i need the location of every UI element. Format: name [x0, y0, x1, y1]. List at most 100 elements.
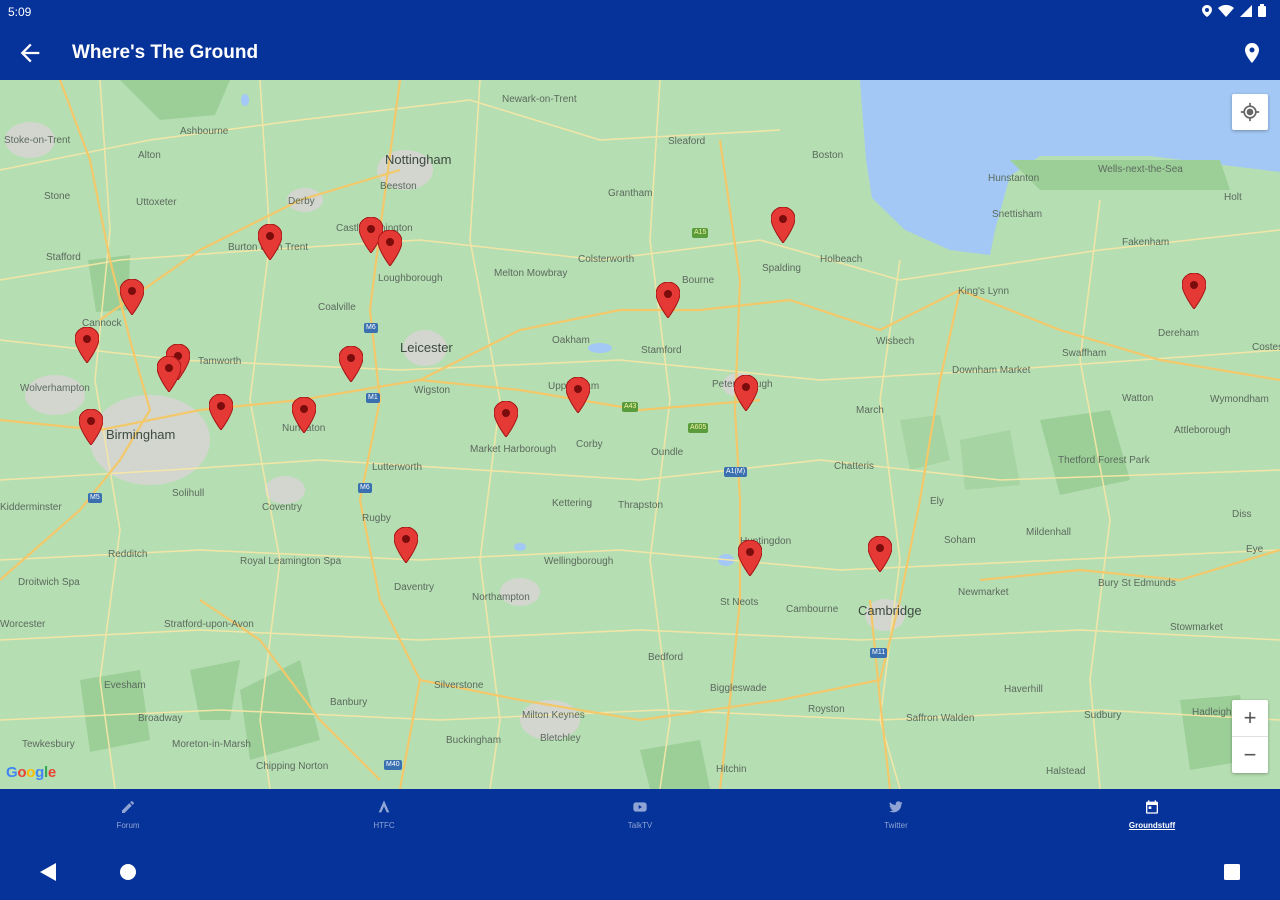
place-label: Stoke-on-Trent — [4, 135, 71, 146]
ground-marker-icon[interactable] — [209, 394, 233, 430]
place-label: Tewkesbury — [22, 739, 75, 750]
zoom-out-button[interactable]: − — [1232, 737, 1268, 773]
place-label: Wymondham — [1210, 394, 1269, 405]
ground-marker-icon[interactable] — [79, 409, 103, 445]
road-shield: A1(M) — [724, 467, 748, 477]
place-label: Broadway — [138, 713, 183, 724]
place-label: Tamworth — [198, 356, 242, 367]
place-label: Royal Leamington Spa — [240, 556, 342, 567]
nav-talktv[interactable]: TalkTV — [512, 789, 768, 841]
place-label: Oakham — [552, 335, 590, 346]
road-shield: M40 — [384, 760, 402, 770]
ground-marker-icon[interactable] — [157, 356, 181, 392]
place-label: Stratford-upon-Avon — [164, 619, 254, 630]
place-label: Daventry — [394, 582, 435, 593]
ground-marker-icon[interactable] — [394, 527, 418, 563]
google-logo: Google — [6, 764, 56, 781]
place-label: Derby — [288, 196, 315, 207]
ground-marker-icon[interactable] — [771, 207, 795, 243]
place-label: Biggleswade — [710, 683, 767, 694]
status-icons — [1202, 4, 1266, 17]
place-label: Snettisham — [992, 209, 1043, 220]
my-location-button[interactable] — [1232, 94, 1268, 130]
status-time: 5:09 — [8, 5, 32, 19]
place-label: Banbury — [330, 697, 368, 708]
ground-marker-icon[interactable] — [656, 282, 680, 318]
nav-htfc-label: HTFC — [373, 821, 395, 830]
ground-marker-icon[interactable] — [494, 401, 518, 437]
place-label: Redditch — [108, 549, 148, 560]
cell-signal-icon — [1240, 4, 1252, 17]
nav-twitter-label: Twitter — [884, 821, 908, 830]
place-label: Stamford — [641, 345, 682, 356]
map-pin-icon[interactable] — [1240, 40, 1264, 66]
location-status-icon — [1202, 4, 1212, 17]
place-label: Thrapston — [618, 500, 664, 511]
nav-groundstuff-label: Groundstuff — [1128, 821, 1176, 830]
place-label: Coalville — [318, 302, 356, 313]
ground-marker-icon[interactable] — [339, 346, 363, 382]
nav-groundstuff[interactable]: Groundstuff — [1024, 789, 1280, 841]
app-bar: Where's The Ground — [0, 26, 1280, 80]
place-label: Corby — [576, 439, 603, 450]
battery-icon — [1258, 4, 1266, 17]
system-recents-icon[interactable] — [1224, 864, 1240, 880]
place-label: Cambridge — [858, 603, 922, 618]
place-label: Dereham — [1158, 328, 1200, 339]
zoom-in-button[interactable]: + — [1232, 700, 1268, 736]
place-label: Ashbourne — [180, 126, 229, 137]
system-home-icon[interactable] — [120, 864, 136, 880]
place-label: Stafford — [46, 252, 81, 263]
ground-marker-icon[interactable] — [120, 279, 144, 315]
place-label: Saffron Walden — [906, 713, 975, 724]
nav-htfc[interactable]: HTFC — [256, 789, 512, 841]
place-label: Hadleigh — [1192, 707, 1232, 718]
place-label: Spalding — [762, 263, 801, 274]
ground-marker-icon[interactable] — [734, 375, 758, 411]
nav-forum[interactable]: Forum — [0, 789, 256, 841]
system-back-icon[interactable] — [40, 863, 56, 881]
place-label: Moreton-in-Marsh — [172, 739, 251, 750]
ground-marker-icon[interactable] — [378, 230, 402, 266]
place-label: Worcester — [0, 619, 46, 630]
ground-marker-icon[interactable] — [292, 397, 316, 433]
wifi-icon — [1218, 4, 1234, 17]
ground-marker-icon[interactable] — [75, 327, 99, 363]
place-label: St Neots — [720, 597, 759, 608]
road-shield: A15 — [692, 228, 709, 238]
ground-marker-icon[interactable] — [738, 540, 762, 576]
place-label: Bletchley — [540, 733, 581, 744]
place-label: Oundle — [651, 447, 684, 458]
place-label: Wigston — [414, 385, 451, 396]
place-label: Mildenhall — [1026, 527, 1072, 538]
nav-twitter[interactable]: Twitter — [768, 789, 1024, 841]
htfc-crest-icon — [378, 800, 390, 813]
back-arrow-icon[interactable] — [16, 39, 44, 67]
place-label: Silverstone — [434, 680, 484, 691]
place-label: Northampton — [472, 592, 530, 603]
place-label: Uttoxeter — [136, 197, 177, 208]
place-label: Market Harborough — [470, 444, 557, 455]
nav-talktv-label: TalkTV — [627, 821, 653, 830]
road-shield: M6 — [358, 483, 372, 493]
ground-marker-icon[interactable] — [868, 536, 892, 572]
place-label: Evesham — [104, 680, 146, 691]
ground-marker-icon[interactable] — [566, 377, 590, 413]
map-view[interactable]: Stoke-on-Trent Ashbourne Newark-on-Trent No… — [0, 80, 1280, 789]
place-label: Sudbury — [1084, 710, 1122, 721]
place-label: Halstead — [1046, 766, 1086, 777]
place-label: Melton Mowbray — [494, 268, 568, 279]
place-label: Hitchin — [716, 764, 747, 775]
ground-marker-icon[interactable] — [1182, 273, 1206, 309]
place-label: Wolverhampton — [20, 383, 90, 394]
place-label: Royston — [808, 704, 845, 715]
place-label: Loughborough — [378, 273, 443, 284]
place-label: Kidderminster — [0, 502, 62, 513]
place-label: Newmarket — [958, 587, 1009, 598]
page-title: Where's The Ground — [72, 42, 259, 63]
place-label: Boston — [812, 150, 844, 161]
ground-marker-icon[interactable] — [258, 224, 282, 260]
place-label: Rugby — [362, 513, 391, 524]
place-label: Leicester — [400, 340, 453, 355]
place-label: Alton — [138, 150, 161, 161]
